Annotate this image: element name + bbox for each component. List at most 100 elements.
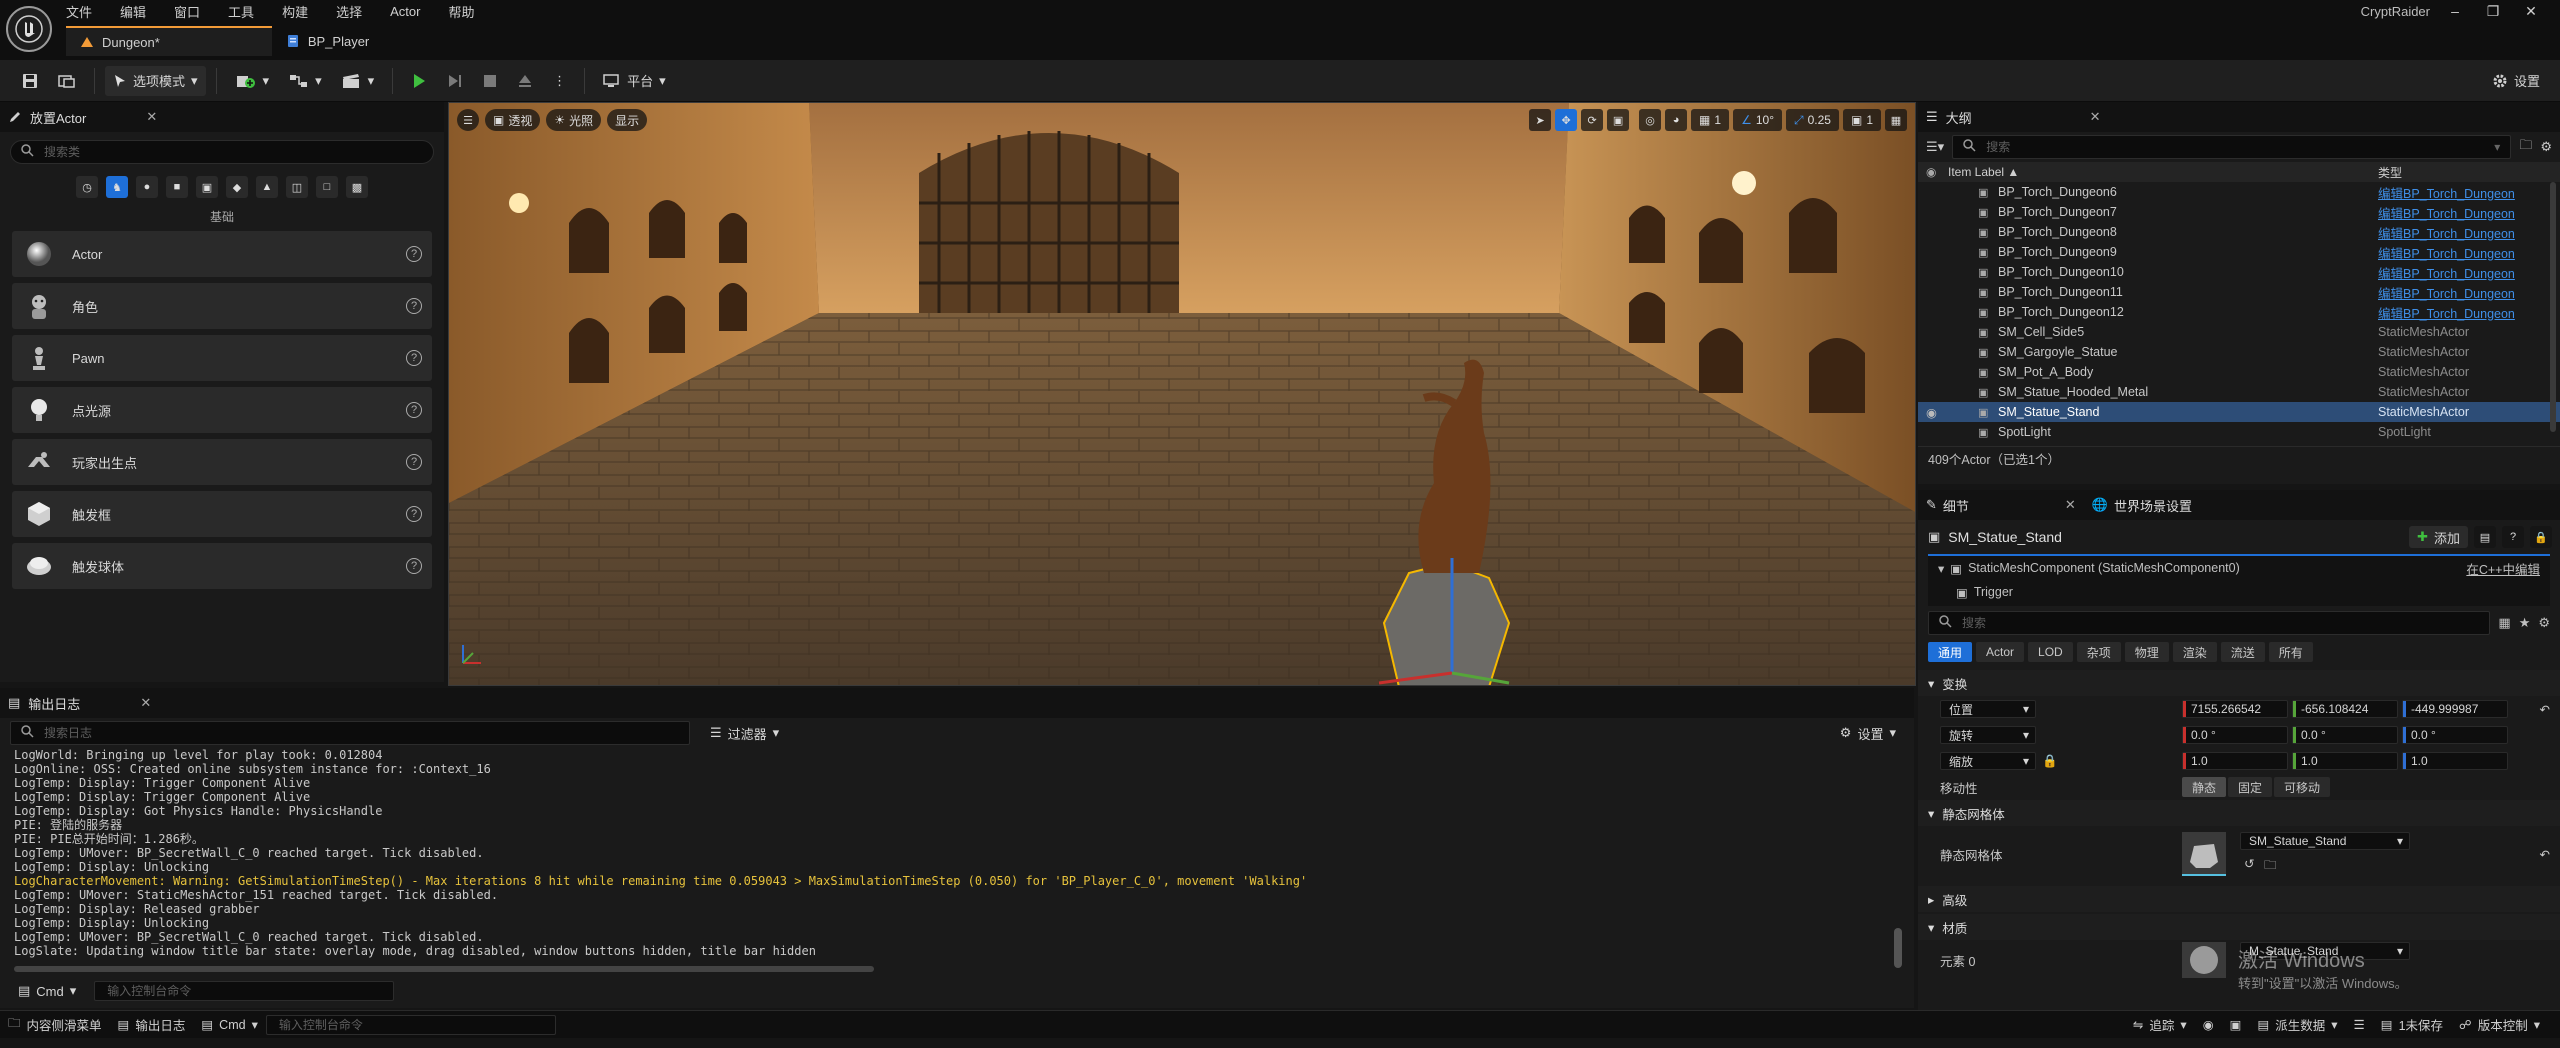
grid-snap-button[interactable]: ▦ 1 — [1691, 109, 1730, 131]
edit-blueprint-link[interactable]: 编辑BP_Torch_Dungeon — [2378, 263, 2515, 282]
details-search[interactable] — [1928, 611, 2491, 635]
edit-blueprint-link[interactable]: 编辑BP_Torch_Dungeon — [2378, 243, 2515, 262]
visibility-icon[interactable]: ◉ — [1926, 165, 1936, 179]
table-view-icon[interactable]: ▦ — [2498, 615, 2510, 631]
play-button[interactable] — [403, 66, 435, 96]
scale-z-field[interactable]: 1.0 — [2402, 752, 2508, 770]
rotation-x-field[interactable]: 0.0 ° — [2182, 726, 2288, 744]
scale-tool-icon[interactable]: ▣ — [1607, 109, 1630, 131]
select-mode-dropdown[interactable]: 选项模式 ▾ — [105, 65, 206, 96]
tasks-button[interactable]: ☰ — [2346, 1011, 2373, 1039]
close-tab-icon[interactable]: ✕ — [140, 695, 151, 711]
outliner-row[interactable]: ▣ SM_Statue_Hooded_Metal StaticMeshActor — [1918, 382, 2560, 402]
eject-button[interactable] — [509, 66, 541, 96]
static-mesh-picker[interactable]: SM_Statue_Stand ▾ — [2240, 832, 2410, 850]
outliner-row[interactable]: ▣ SpotLight SpotLight — [1918, 422, 2560, 442]
search-input[interactable] — [42, 725, 679, 741]
outliner-row[interactable]: ▣ BP_Torch_Dungeon11 编辑BP_Torch_Dungeon — [1918, 282, 2560, 302]
maximize-viewport-icon[interactable]: ▦ — [1885, 109, 1907, 131]
outliner-row[interactable]: ▣ BP_Torch_Dungeon7 编辑BP_Torch_Dungeon — [1918, 202, 2560, 222]
save-status[interactable]: ▤ 1未保存 — [2373, 1011, 2451, 1039]
log-search[interactable] — [10, 721, 690, 745]
outliner-row[interactable]: ▣ BP_Torch_Dungeon8 编辑BP_Torch_Dungeon — [1918, 222, 2560, 242]
select-tool-icon[interactable]: ➤ — [1529, 109, 1552, 131]
mobility-movable[interactable]: 可移动 — [2274, 777, 2331, 797]
scale-snap-button[interactable]: ⤢ 0.25 — [1786, 109, 1839, 131]
volumes-category-icon[interactable]: ◫ — [286, 176, 308, 198]
scale-y-field[interactable]: 1.0 — [2292, 752, 2398, 770]
menu-help[interactable]: 帮助 — [448, 2, 474, 21]
console-command-field[interactable] — [94, 981, 395, 1001]
menu-window[interactable]: 窗口 — [174, 2, 200, 21]
filter-tab[interactable]: Actor — [1976, 642, 2025, 662]
help-icon[interactable]: ? — [2502, 526, 2524, 548]
help-icon[interactable]: ? — [406, 402, 422, 418]
outliner-row[interactable]: ▣ BP_Torch_Dungeon10 编辑BP_Torch_Dungeon — [1918, 262, 2560, 282]
log-settings-button[interactable]: ⚙ 设置 ▾ — [1832, 718, 1904, 748]
actor-item[interactable]: Actor ? — [12, 231, 432, 277]
stop-button[interactable] — [475, 66, 505, 96]
chevron-down-icon[interactable]: ▾ — [2494, 140, 2500, 154]
help-icon[interactable]: ? — [406, 350, 422, 366]
angle-snap-button[interactable]: ∠ 10° — [1733, 109, 1782, 131]
tab-dungeon[interactable]: Dungeon* — [66, 26, 272, 56]
trace-button[interactable]: ⇋ 追踪 ▾ — [2125, 1011, 2195, 1039]
type-column[interactable]: 类型 — [2378, 164, 2402, 181]
browse-asset-icon[interactable]: ↺ — [2244, 856, 2254, 871]
material-thumbnail[interactable] — [2182, 942, 2226, 978]
character-item[interactable]: 角色 ? — [12, 283, 432, 329]
minimize-button[interactable]: – — [2436, 3, 2474, 19]
console-input[interactable] — [276, 1016, 545, 1033]
lighting-mode-button[interactable]: ☀ 光照 — [546, 109, 602, 131]
help-icon[interactable]: ? — [406, 558, 422, 574]
cmd-dropdown[interactable]: ▤ Cmd ▾ — [10, 980, 84, 1002]
outliner-scrollbar[interactable] — [2550, 182, 2556, 432]
point-light-item[interactable]: 点光源 ? — [12, 387, 432, 433]
other-category-icon[interactable]: ▩ — [346, 176, 368, 198]
close-tab-icon[interactable]: ✕ — [2065, 497, 2076, 513]
camera-capture-button[interactable]: ▣ — [2222, 1011, 2250, 1039]
outliner-row[interactable]: ▣ SM_Cell_Side5 StaticMeshActor — [1918, 322, 2560, 342]
platforms-dropdown[interactable]: 平台 ▾ — [595, 66, 674, 96]
outliner-row[interactable]: ▣ BP_Torch_Dungeon12 编辑BP_Torch_Dungeon — [1918, 302, 2560, 322]
recent-icon[interactable]: ◷ — [76, 176, 98, 198]
blueprints-button[interactable]: ▾ — [281, 66, 330, 96]
item-label-column[interactable]: Item Label ▲ — [1948, 165, 2019, 179]
place-actors-search[interactable] — [10, 140, 434, 164]
outliner-row[interactable]: ▣ BP_Torch_Dungeon6 编辑BP_Torch_Dungeon — [1918, 182, 2560, 202]
mesh-thumbnail[interactable] — [2182, 832, 2226, 876]
close-tab-icon[interactable]: ✕ — [146, 109, 157, 125]
log-scrollbar[interactable] — [1894, 928, 1902, 968]
edit-blueprint-link[interactable]: 编辑BP_Torch_Dungeon — [2378, 223, 2515, 242]
reset-arrow-icon[interactable]: ↶ — [2540, 847, 2550, 862]
reset-arrow-icon[interactable]: ↶ — [2540, 702, 2550, 717]
pawn-item[interactable]: Pawn ? — [12, 335, 432, 381]
world-space-icon[interactable]: ◎ — [1639, 109, 1662, 131]
cinematics-button[interactable]: ▾ — [334, 66, 383, 96]
mobility-stationary[interactable]: 固定 — [2228, 777, 2273, 797]
location-y-field[interactable]: -656.108424 — [2292, 700, 2398, 718]
viewport-menu-icon[interactable]: ☰ — [457, 109, 479, 131]
help-icon[interactable]: ? — [406, 454, 422, 470]
tab-world-settings[interactable]: 世界场景设置 — [2114, 496, 2192, 515]
basic-category-icon[interactable]: ♞ — [106, 176, 128, 198]
lights-category-icon[interactable]: ● — [136, 176, 158, 198]
rotate-tool-icon[interactable]: ⟳ — [1581, 109, 1604, 131]
tab-bp-player[interactable]: BP_Player — [272, 26, 383, 56]
advance-frame-button[interactable] — [439, 66, 471, 96]
cmd-dropdown[interactable]: ▤ Cmd ▾ — [193, 1011, 266, 1039]
child-component-row[interactable]: ▣ Trigger — [1928, 580, 2550, 604]
camera-speed-button[interactable]: ▣ 1 — [1842, 109, 1881, 131]
level-viewport[interactable]: ☰ ▣ 透视 ☀ 光照 显示 ➤ ✥ ⟳ ▣ ◎ ◕ ▦ 1 ∠ 10° ⤢ 0.25 ▣… — [448, 102, 1916, 686]
filter-tab[interactable]: 物理 — [2124, 642, 2169, 662]
tab-details[interactable]: 细节 — [1943, 496, 1969, 515]
help-icon[interactable]: ? — [406, 246, 422, 262]
cinematic-category-icon[interactable]: ▣ — [196, 176, 218, 198]
trigger-box-item[interactable]: 触发框 ? — [12, 491, 432, 537]
unreal-logo-icon[interactable] — [6, 6, 52, 52]
location-z-field[interactable]: -449.999987 — [2402, 700, 2508, 718]
geometry-category-icon[interactable]: ▲ — [256, 176, 278, 198]
star-icon[interactable]: ★ — [2519, 615, 2531, 631]
advanced-header[interactable]: ▸ 高级 — [1918, 886, 2560, 912]
filter-icon[interactable]: ☰▾ — [1926, 139, 1944, 155]
